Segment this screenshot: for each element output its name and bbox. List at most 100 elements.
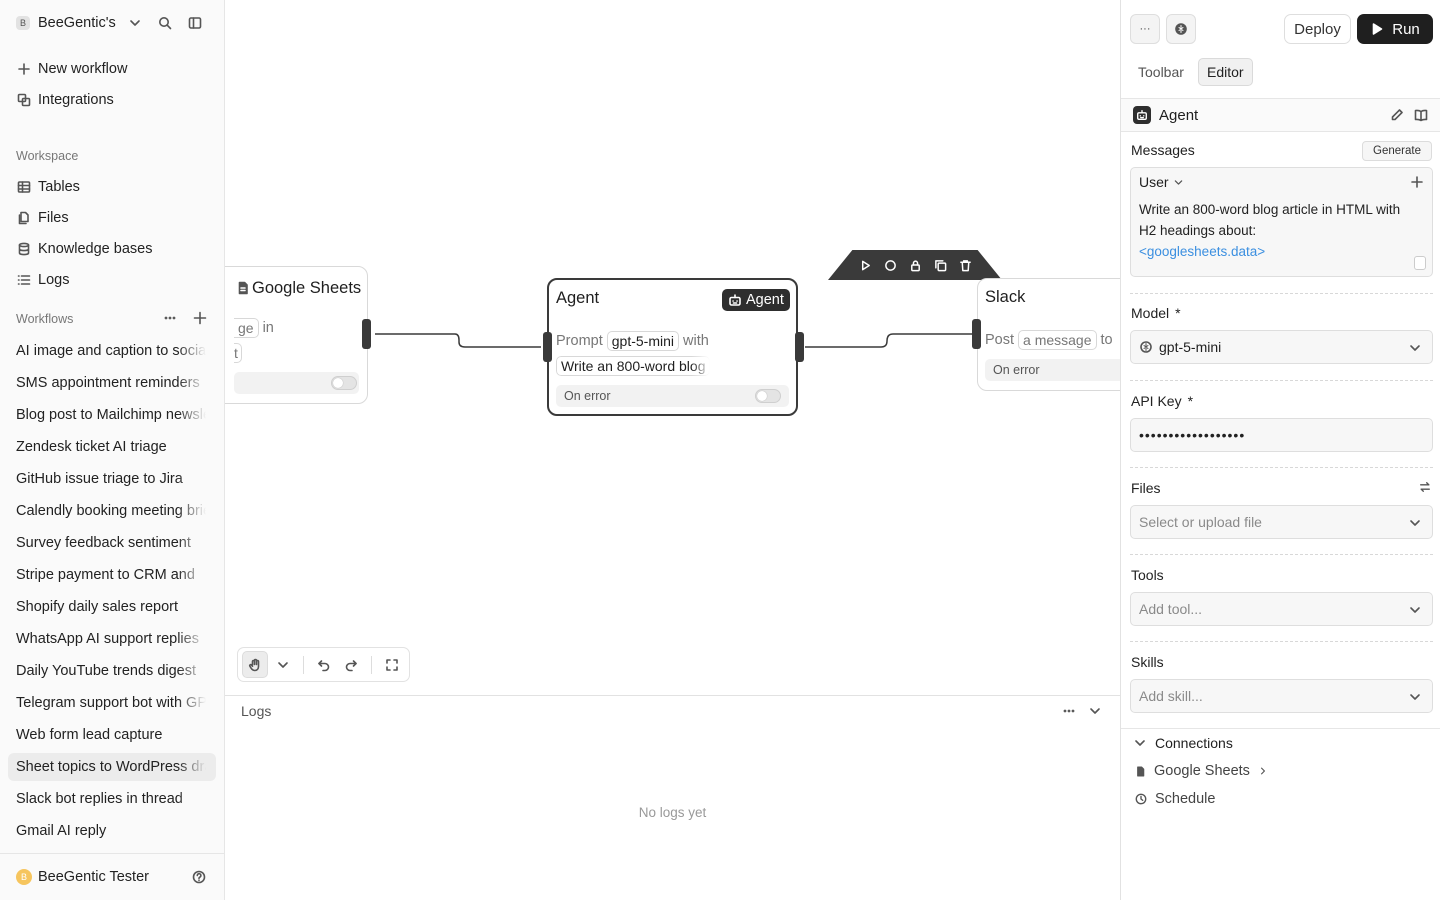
field-text: in xyxy=(262,320,274,336)
message-editor[interactable]: User Write an 800-word blog article in H… xyxy=(1130,167,1433,277)
connection-label: Schedule xyxy=(1155,791,1216,807)
chevron-down-icon xyxy=(1133,736,1147,750)
workflow-item[interactable]: Calendly booking meeting brief xyxy=(8,497,216,525)
connections-toggle[interactable]: Connections xyxy=(1133,735,1233,751)
workflow-item[interactable]: Shopify daily sales report xyxy=(8,593,216,621)
workflow-item[interactable]: Sheet topics to WordPress drafts xyxy=(8,753,216,781)
connection-schedule[interactable]: Schedule xyxy=(1135,791,1215,807)
agent-node[interactable]: Agent Agent Prompt gpt-5-mini with Write… xyxy=(543,278,804,416)
badge-label: Agent xyxy=(746,292,784,308)
edge-sheets-agent xyxy=(375,333,541,348)
integrations-icon xyxy=(16,93,32,107)
list-icon xyxy=(16,273,32,287)
more-button[interactable]: ··· xyxy=(1130,14,1160,44)
sheets-file-icon xyxy=(1135,766,1146,777)
workflow-item-label: AI image and caption to social xyxy=(16,343,206,359)
undo-button[interactable] xyxy=(311,651,337,678)
sheets-field-row-2: t xyxy=(234,343,242,363)
pencil-icon[interactable] xyxy=(1390,108,1404,122)
new-workflow-button[interactable]: New workflow xyxy=(16,58,127,80)
pan-tool-button[interactable] xyxy=(242,651,268,678)
model-select[interactable]: gpt-5-mini xyxy=(1130,330,1433,364)
input-handle[interactable] xyxy=(972,319,981,349)
sidebar-item-tables[interactable]: Tables xyxy=(16,176,80,198)
workflow-item[interactable]: SMS appointment reminders xyxy=(8,369,216,397)
tools-select[interactable]: Add tool... xyxy=(1130,592,1433,626)
workflow-item[interactable]: Daily YouTube trends digest xyxy=(8,657,216,685)
tab-editor[interactable]: Editor xyxy=(1198,58,1253,86)
help-icon[interactable] xyxy=(192,870,206,884)
on-error-label: On error xyxy=(564,389,611,403)
prompt-label: Prompt xyxy=(556,333,603,349)
workflow-item-label: Web form lead capture xyxy=(16,727,163,743)
workspace-switcher[interactable]: B BeeGentic's xyxy=(16,12,211,34)
assistant-button[interactable] xyxy=(1166,14,1196,44)
play-icon[interactable] xyxy=(859,259,872,272)
resize-handle[interactable] xyxy=(1414,256,1426,270)
workflow-item[interactable]: Gmail AI reply xyxy=(8,817,216,845)
add-workflow-icon[interactable] xyxy=(193,311,207,325)
error-toggle[interactable] xyxy=(755,389,781,403)
error-toggle[interactable] xyxy=(331,376,357,390)
search-icon[interactable] xyxy=(158,16,172,30)
workflow-item-label: SMS appointment reminders xyxy=(16,375,200,391)
workflow-canvas[interactable]: Google Sheets ge in t Agent Agent Prompt… xyxy=(225,0,1120,695)
sidebar-item-label: Files xyxy=(38,210,69,226)
deploy-button[interactable]: Deploy xyxy=(1284,14,1351,44)
workflow-item[interactable]: WhatsApp AI support replies xyxy=(8,625,216,653)
copy-icon[interactable] xyxy=(934,259,947,272)
workflow-item[interactable]: AI image and caption to social xyxy=(8,337,216,365)
skills-select[interactable]: Add skill... xyxy=(1130,679,1433,713)
workflow-item[interactable]: Web form lead capture xyxy=(8,721,216,749)
divider xyxy=(1130,467,1433,468)
run-button[interactable]: Run xyxy=(1357,14,1433,44)
circle-icon[interactable] xyxy=(884,259,897,272)
workflow-item[interactable]: GitHub issue triage to Jira xyxy=(8,465,216,493)
block-actions xyxy=(1390,108,1428,122)
more-icon[interactable] xyxy=(1062,704,1076,718)
workflow-item-label: Zendesk ticket AI triage xyxy=(16,439,167,455)
input-handle[interactable] xyxy=(543,332,552,362)
user-footer[interactable]: B BeeGentic Tester xyxy=(0,853,224,900)
workflow-item[interactable]: Stripe payment to CRM and xyxy=(8,561,216,589)
generate-button[interactable]: Generate xyxy=(1362,141,1432,161)
node-title: Google Sheets xyxy=(252,279,362,297)
google-sheets-node[interactable]: Google Sheets ge in t xyxy=(225,266,371,404)
openai-icon xyxy=(1139,340,1153,354)
message-role-select[interactable]: User xyxy=(1139,174,1184,190)
trash-icon[interactable] xyxy=(959,259,972,272)
book-icon[interactable] xyxy=(1414,108,1428,122)
slack-node[interactable]: Slack Post a message to On error xyxy=(972,278,1120,391)
workflow-item[interactable]: Telegram support bot with GPT xyxy=(8,689,216,717)
output-handle[interactable] xyxy=(795,332,804,362)
message-text[interactable]: Write an 800-word blog article in HTML w… xyxy=(1139,199,1419,262)
message-role: User xyxy=(1139,174,1169,190)
redo-button[interactable] xyxy=(338,651,364,678)
agent-type-badge: Agent xyxy=(722,289,790,311)
lock-icon[interactable] xyxy=(909,259,922,272)
tool-menu-button[interactable] xyxy=(270,651,296,678)
workflow-item[interactable]: Survey feedback sentiment xyxy=(8,529,216,557)
tab-toolbar[interactable]: Toolbar xyxy=(1130,58,1192,86)
workflow-item[interactable]: Slack bot replies in thread xyxy=(8,785,216,813)
sidebar-item-logs[interactable]: Logs xyxy=(16,269,69,291)
workflow-item[interactable]: Zendesk ticket AI triage xyxy=(8,433,216,461)
sidebar-toggle-icon[interactable] xyxy=(188,16,202,30)
api-key-input[interactable]: •••••••••••••••••• xyxy=(1130,418,1433,452)
more-icon[interactable] xyxy=(163,311,177,325)
swap-icon[interactable] xyxy=(1419,481,1431,493)
prompt-text-row: Write an 800-word blog xyxy=(556,356,711,376)
robot-icon xyxy=(1136,109,1148,121)
chevron-down-icon[interactable] xyxy=(1088,704,1102,718)
workflow-item[interactable]: Blog post to Mailchimp newsletter xyxy=(8,401,216,429)
files-select[interactable]: Select or upload file xyxy=(1130,505,1433,539)
fit-view-button[interactable] xyxy=(379,651,405,678)
connection-google-sheets[interactable]: Google Sheets xyxy=(1135,763,1268,779)
sidebar-item-integrations[interactable]: Integrations xyxy=(16,89,114,111)
sidebar-item-knowledge-bases[interactable]: Knowledge bases xyxy=(16,238,152,260)
workflows-actions xyxy=(163,311,207,325)
output-handle[interactable] xyxy=(362,319,371,349)
chevron-down-icon[interactable] xyxy=(128,16,142,30)
sidebar-item-files[interactable]: Files xyxy=(16,207,69,229)
add-message-icon[interactable] xyxy=(1410,175,1424,189)
